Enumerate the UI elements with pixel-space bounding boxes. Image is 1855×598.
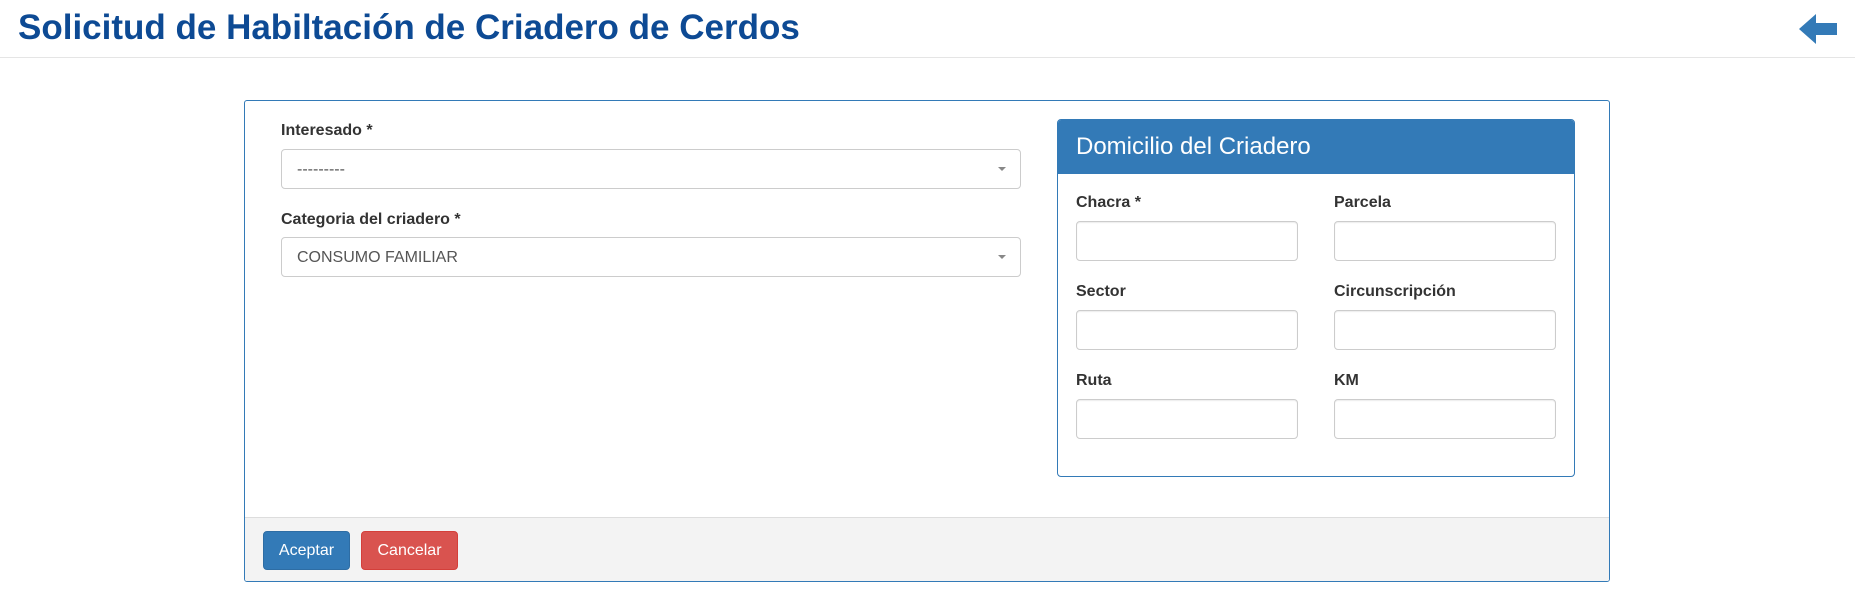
parcela-label: Parcela (1334, 194, 1391, 211)
ruta-label: Ruta (1076, 372, 1112, 389)
chacra-label: Chacra * (1076, 194, 1141, 211)
back-button[interactable] (1799, 12, 1839, 46)
accept-button[interactable]: Aceptar (263, 531, 350, 570)
domicilio-panel-title: Domicilio del Criadero (1076, 133, 1311, 160)
form-footer: Aceptar Cancelar (245, 517, 1609, 581)
circunscripcion-input[interactable] (1334, 310, 1556, 350)
chacra-input[interactable] (1076, 221, 1298, 261)
categoria-select[interactable]: CONSUMO FAMILIAR (281, 237, 1021, 277)
form-panel: Interesado * --------- Categoria del cri… (244, 100, 1610, 582)
parcela-input[interactable] (1334, 221, 1556, 261)
categoria-label: Categoria del criadero * (281, 211, 461, 228)
domicilio-panel: Domicilio del Criadero Chacra * Parcela … (1057, 119, 1575, 477)
form-body: Interesado * --------- Categoria del cri… (245, 101, 1609, 519)
categoria-select-value: CONSUMO FAMILIAR (297, 249, 458, 266)
interesado-select-value: --------- (297, 161, 345, 178)
interesado-label: Interesado * (281, 122, 373, 139)
sector-label: Sector (1076, 283, 1126, 300)
domicilio-panel-heading: Domicilio del Criadero (1058, 120, 1574, 174)
circunscripcion-label: Circunscripción (1334, 283, 1456, 300)
chevron-down-icon (998, 255, 1006, 259)
ruta-input[interactable] (1076, 399, 1298, 439)
interesado-select[interactable]: --------- (281, 149, 1021, 189)
arrow-left-icon (1799, 14, 1837, 44)
page-header: Solicitud de Habiltación de Criadero de … (0, 0, 1855, 58)
km-label: KM (1334, 372, 1359, 389)
chevron-down-icon (998, 167, 1006, 171)
km-input[interactable] (1334, 399, 1556, 439)
cancel-button[interactable]: Cancelar (361, 531, 458, 570)
sector-input[interactable] (1076, 310, 1298, 350)
page-title: Solicitud de Habiltación de Criadero de … (18, 8, 800, 47)
